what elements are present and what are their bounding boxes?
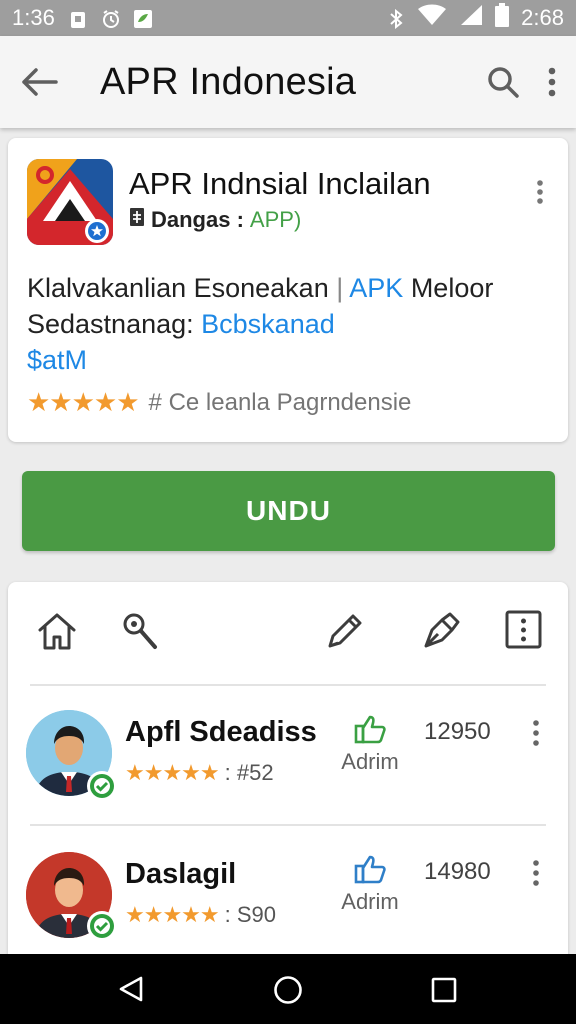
home-icon[interactable]: [36, 610, 78, 657]
pencil-icon[interactable]: [322, 610, 366, 659]
description-separator: |: [336, 273, 344, 303]
notification-icon: [69, 9, 87, 28]
rating-label: : #52: [224, 760, 274, 785]
status-time-right: 2:68: [521, 5, 564, 30]
row-more-icon[interactable]: [532, 860, 540, 891]
back-arrow-icon[interactable]: [20, 67, 58, 97]
verified-icon: [87, 771, 117, 801]
recents-square-icon[interactable]: [431, 977, 457, 1008]
wifi-icon: [417, 4, 447, 32]
signal-icon: [459, 4, 483, 32]
like-label: Adrim: [341, 889, 399, 914]
list-item[interactable]: Daslagil ★★★★★ : S90 Adrim 14980: [8, 826, 568, 956]
rating-label: : S90: [224, 902, 276, 927]
app-bar: APR Indonesia: [0, 36, 576, 128]
more-vert-icon[interactable]: [548, 67, 556, 97]
page-title: APR Indonesia: [100, 60, 357, 103]
rating-text: # Ce leanla Pagrndensie: [148, 388, 412, 416]
verified-icon: [87, 911, 117, 941]
rating-stars: ★★★★★: [27, 387, 140, 417]
status-time: 1:36: [12, 5, 55, 30]
description-text: Meloor: [410, 273, 494, 303]
thumbs-up-icon: [354, 855, 386, 888]
developer-type: APP): [249, 207, 302, 232]
reviewer-rating: ★★★★★ : #52: [125, 760, 274, 786]
like-label: Adrim: [341, 749, 399, 774]
like-button[interactable]: Adrim: [340, 854, 400, 915]
app-logo-icon: [27, 159, 113, 245]
home-circle-icon[interactable]: [273, 975, 303, 1010]
app-price: $atM: [27, 345, 88, 375]
app-info-card: APR Indnsial Inclailan Dangas : APP) Kla…: [8, 138, 568, 442]
app-description: Klalvakanlian Esoneakan | APK Meloor Sed…: [27, 270, 493, 378]
like-count: 14980: [424, 858, 491, 885]
app-name: APR Indnsial Inclailan: [129, 166, 431, 201]
alarm-icon: [101, 9, 119, 28]
developer-label: Dangas :: [151, 207, 244, 232]
description-text: Klalvakanlian Esoneakan: [27, 273, 329, 303]
description-link[interactable]: APK: [349, 273, 403, 303]
app-rating: ★★★★★ # Ce leanla Pagrndensie: [27, 387, 411, 418]
description-text: Sedastnanag:: [27, 309, 194, 339]
reviewer-name: Daslagil: [125, 858, 237, 890]
developer-icon: [129, 207, 145, 233]
back-triangle-icon[interactable]: [117, 975, 145, 1008]
description-link[interactable]: Bcbskanad: [201, 309, 335, 339]
rating-stars: ★★★★★: [125, 902, 220, 927]
pen-tip-icon[interactable]: [420, 610, 462, 657]
navigation-bar: [0, 954, 576, 1024]
more-box-icon[interactable]: [505, 610, 543, 655]
rating-stars: ★★★★★: [125, 760, 220, 785]
list-toolbar: [8, 582, 568, 682]
card-more-icon[interactable]: [536, 180, 544, 209]
thumbs-up-icon: [354, 715, 386, 748]
review-list-card: Apfl Sdeadiss ★★★★★ : #52 Adrim 12950 Da…: [8, 582, 568, 962]
search-icon[interactable]: [486, 65, 520, 99]
like-button[interactable]: Adrim: [340, 714, 400, 775]
reviewer-rating: ★★★★★ : S90: [125, 902, 276, 928]
like-count: 12950: [424, 718, 491, 745]
list-item[interactable]: Apfl Sdeadiss ★★★★★ : #52 Adrim 12950: [8, 686, 568, 816]
status-bar: 1:36 2:68: [0, 0, 576, 36]
reviewer-name: Apfl Sdeadiss: [125, 716, 317, 748]
row-more-icon[interactable]: [532, 720, 540, 751]
app-notification-icon: [133, 9, 152, 28]
magnifier-icon[interactable]: [118, 610, 160, 657]
download-button[interactable]: UNDU: [22, 471, 555, 551]
battery-icon: [495, 3, 510, 33]
bluetooth-icon: [387, 8, 405, 30]
app-developer: Dangas : APP): [129, 207, 301, 233]
